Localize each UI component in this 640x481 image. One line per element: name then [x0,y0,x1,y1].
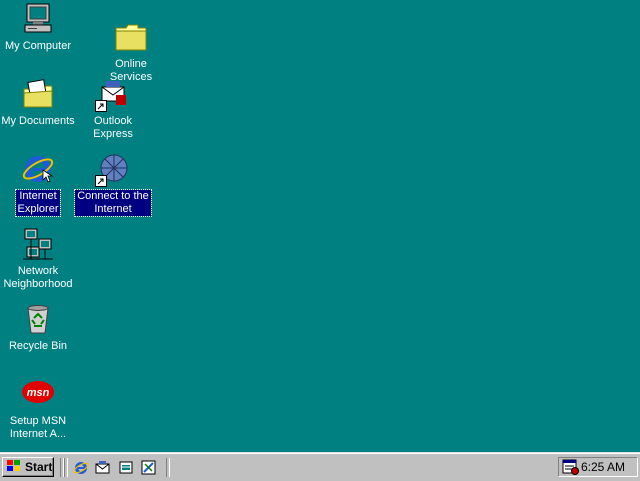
desktop-icon-label: Network Neighborhood [3,265,73,290]
desktop-icon-outlook-express[interactable]: Outlook Express [74,77,152,141]
desktop-icon-connect-to-internet[interactable]: Connect to the Internet [74,152,152,217]
msn-logo-icon: msn [21,377,55,411]
desktop-icon-internet-explorer[interactable]: Internet Explorer [0,152,77,217]
desktop-icon-label: My Documents [1,115,75,127]
globe-connect-icon [95,152,130,187]
desktop-icon-my-documents[interactable]: My Documents [0,77,77,128]
computer-icon [21,2,55,36]
desktop-icon-online-services[interactable]: Online Services [92,20,170,84]
desktop-icon-recycle-bin[interactable]: Recycle Bin [0,302,77,353]
clock[interactable]: 6:25 AM [581,460,625,474]
start-label: Start [25,460,53,474]
quick-launch-show-desktop-icon[interactable] [117,459,135,476]
desktop-icon-label: Setup MSN Internet A... [9,415,67,440]
shortcut-arrow-icon [95,100,107,112]
recycle-bin-icon [21,302,55,336]
system-tray: 6:25 AM [558,457,638,477]
internet-explorer-icon [21,152,55,186]
start-button[interactable]: Start [2,457,54,477]
windows-logo-icon [6,459,22,476]
network-icon [21,227,55,261]
msn-logo-text: msn [27,387,50,399]
quick-launch-outlook-express-icon[interactable] [94,459,112,476]
desktop-icon-label: Outlook Express [93,115,133,140]
desktop-icon-label: My Computer [4,40,72,52]
dial-up-scheduler-icon[interactable] [562,459,580,478]
shortcut-arrow-icon [95,175,107,187]
desktop-icon-label: Internet Explorer [14,189,62,217]
taskbar: Start 6:25 AM [0,452,640,481]
desktop-icon-setup-msn[interactable]: msn Setup MSN Internet A... [0,377,77,441]
folder-icon [114,20,148,54]
desktop[interactable]: My Computer Online Services My Documents [0,0,640,452]
desktop-icon-label: Connect to the Internet [74,189,152,217]
quick-launch-internet-explorer-icon[interactable] [72,459,90,476]
desktop-icon-my-computer[interactable]: My Computer [0,2,77,53]
documents-folder-icon [21,77,55,111]
desktop-icon-network-neighborhood[interactable]: Network Neighborhood [0,227,77,291]
taskbar-separator [166,458,170,477]
taskbar-separator [64,458,68,477]
quick-launch-channels-icon[interactable] [140,459,158,476]
outlook-express-icon [95,77,130,112]
desktop-icon-label: Recycle Bin [8,340,68,352]
